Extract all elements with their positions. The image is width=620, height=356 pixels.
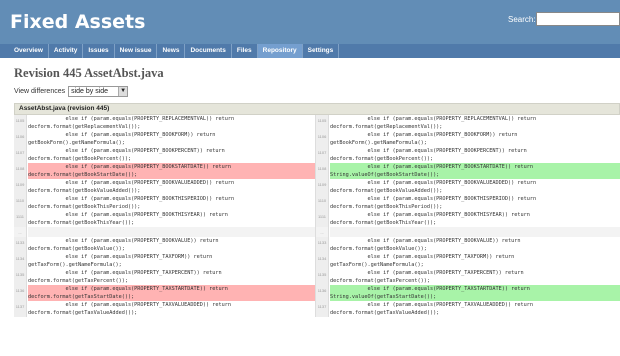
tab-documents[interactable]: Documents	[185, 44, 232, 58]
main-menu: Overview Activity Issues New issue News …	[0, 44, 620, 58]
code-right: else if (param.equals(PROPERTY_BOOKVALUE…	[330, 180, 537, 194]
code-right: else if (param.equals(PROPERTY_TAXVALUEA…	[330, 302, 534, 316]
diff-row: 1110 else if (param.equals(PROPERTY_BOOK…	[14, 195, 620, 211]
line-number-right: 1109	[316, 179, 329, 195]
diff-gap-row: ......	[14, 227, 620, 237]
code-left: else if (param.equals(PROPERTY_TAXPERCEN…	[28, 270, 222, 284]
diff-row: 1111 else if (param.equals(PROPERTY_BOOK…	[14, 211, 620, 227]
line-number-left: 1106	[14, 131, 27, 147]
code-right: else if (param.equals(PROPERTY_TAXPERCEN…	[330, 270, 524, 284]
code-right: else if (param.equals(PROPERTY_REPLACEME…	[330, 116, 537, 130]
search-input[interactable]	[536, 12, 620, 26]
diff-row: 1109 else if (param.equals(PROPERTY_BOOK…	[14, 179, 620, 195]
code-right: else if (param.equals(PROPERTY_BOOKVALUE…	[330, 238, 521, 252]
code-left: else if (param.equals(PROPERTY_TAXSTARTD…	[28, 285, 315, 301]
tab-repository[interactable]: Repository	[257, 44, 303, 58]
line-number-right: 1111	[316, 211, 329, 227]
tab-activity[interactable]: Activity	[49, 44, 84, 58]
diff-row: 1134 else if (param.equals(PROPERTY_TAXF…	[14, 253, 620, 269]
line-number-left: 1110	[14, 195, 27, 211]
tab-issues[interactable]: Issues	[83, 44, 115, 58]
line-number-right: 1108	[316, 163, 329, 179]
code-left: else if (param.equals(PROPERTY_REPLACEME…	[28, 116, 235, 130]
code-right: else if (param.equals(PROPERTY_BOOKTHISY…	[330, 212, 530, 226]
code-right: else if (param.equals(PROPERTY_BOOKFORM)…	[330, 132, 518, 146]
diff-file-header: AssetAbst.java (revision 445)	[14, 103, 620, 115]
code-left: else if (param.equals(PROPERTY_TAXVALUEA…	[28, 302, 232, 316]
code-left: else if (param.equals(PROPERTY_BOOKFORM)…	[28, 132, 216, 146]
code-left	[28, 227, 315, 237]
line-number-right: 1137	[316, 301, 329, 317]
line-number-right: 1134	[316, 253, 329, 269]
code-right: else if (param.equals(PROPERTY_BOOKPERCE…	[330, 148, 527, 162]
line-number-right: 1105	[316, 115, 329, 131]
diff-row: 1133 else if (param.equals(PROPERTY_BOOK…	[14, 237, 620, 253]
diff-row: 1105 else if (param.equals(PROPERTY_REPL…	[14, 115, 620, 131]
code-left: else if (param.equals(PROPERTY_BOOKVALUE…	[28, 238, 219, 252]
diff-row: 1107 else if (param.equals(PROPERTY_BOOK…	[14, 147, 620, 163]
code-left: else if (param.equals(PROPERTY_BOOKTHISY…	[28, 212, 228, 226]
line-number-left: 1136	[14, 285, 27, 301]
line-number-left: 1133	[14, 237, 27, 253]
diff-table: 1105 else if (param.equals(PROPERTY_REPL…	[14, 115, 620, 317]
line-number-right: ...	[316, 227, 329, 237]
diff-row: 1136 else if (param.equals(PROPERTY_TAXS…	[14, 285, 620, 301]
line-number-left: 1109	[14, 179, 27, 195]
code-right	[330, 227, 620, 237]
line-number-left: 1105	[14, 115, 27, 131]
view-differences-select[interactable]: side by side ▼	[68, 86, 129, 97]
line-number-right: 1107	[316, 147, 329, 163]
code-right: else if (param.equals(PROPERTY_TAXSTARTD…	[330, 285, 620, 301]
line-number-left: 1111	[14, 211, 27, 227]
tab-settings[interactable]: Settings	[303, 44, 340, 58]
line-number-right: 1110	[316, 195, 329, 211]
code-left: else if (param.equals(PROPERTY_BOOKVALUE…	[28, 180, 235, 194]
code-left: else if (param.equals(PROPERTY_BOOKSTART…	[28, 163, 315, 179]
app-header: Fixed Assets Search:	[0, 0, 620, 44]
line-number-right: 1133	[316, 237, 329, 253]
diff-row: 1137 else if (param.equals(PROPERTY_TAXV…	[14, 301, 620, 317]
diff-row: 1135 else if (param.equals(PROPERTY_TAXP…	[14, 269, 620, 285]
chevron-down-icon: ▼	[118, 87, 128, 96]
app-title: Fixed Assets	[10, 11, 146, 33]
view-differences-label: View differences	[14, 88, 66, 95]
tab-news[interactable]: News	[157, 44, 186, 58]
line-number-right: 1136	[316, 285, 329, 301]
code-left: else if (param.equals(PROPERTY_BOOKTHISP…	[28, 196, 235, 210]
line-number-left: ...	[14, 227, 27, 237]
line-number-left: 1134	[14, 253, 27, 269]
line-number-left: 1108	[14, 163, 27, 179]
line-number-right: 1135	[316, 269, 329, 285]
view-differences-value: side by side	[71, 88, 109, 95]
code-right: else if (param.equals(PROPERTY_BOOKSTART…	[330, 163, 620, 179]
tab-files[interactable]: Files	[232, 44, 258, 58]
diff-row: 1106 else if (param.equals(PROPERTY_BOOK…	[14, 131, 620, 147]
code-left: else if (param.equals(PROPERTY_TAXFORM))…	[28, 254, 213, 268]
code-right: else if (param.equals(PROPERTY_TAXFORM))…	[330, 254, 515, 268]
line-number-right: 1106	[316, 131, 329, 147]
page-title: Revision 445 AssetAbst.java	[14, 66, 164, 80]
search-label: Search:	[508, 15, 536, 24]
line-number-left: 1135	[14, 269, 27, 285]
code-left: else if (param.equals(PROPERTY_BOOKPERCE…	[28, 148, 225, 162]
line-number-left: 1137	[14, 301, 27, 317]
line-number-left: 1107	[14, 147, 27, 163]
view-differences: View differences side by side ▼	[14, 86, 129, 97]
diff-row: 1108 else if (param.equals(PROPERTY_BOOK…	[14, 163, 620, 179]
tab-overview[interactable]: Overview	[9, 44, 49, 58]
tab-new-issue[interactable]: New issue	[115, 44, 158, 58]
code-right: else if (param.equals(PROPERTY_BOOKTHISP…	[330, 196, 537, 210]
